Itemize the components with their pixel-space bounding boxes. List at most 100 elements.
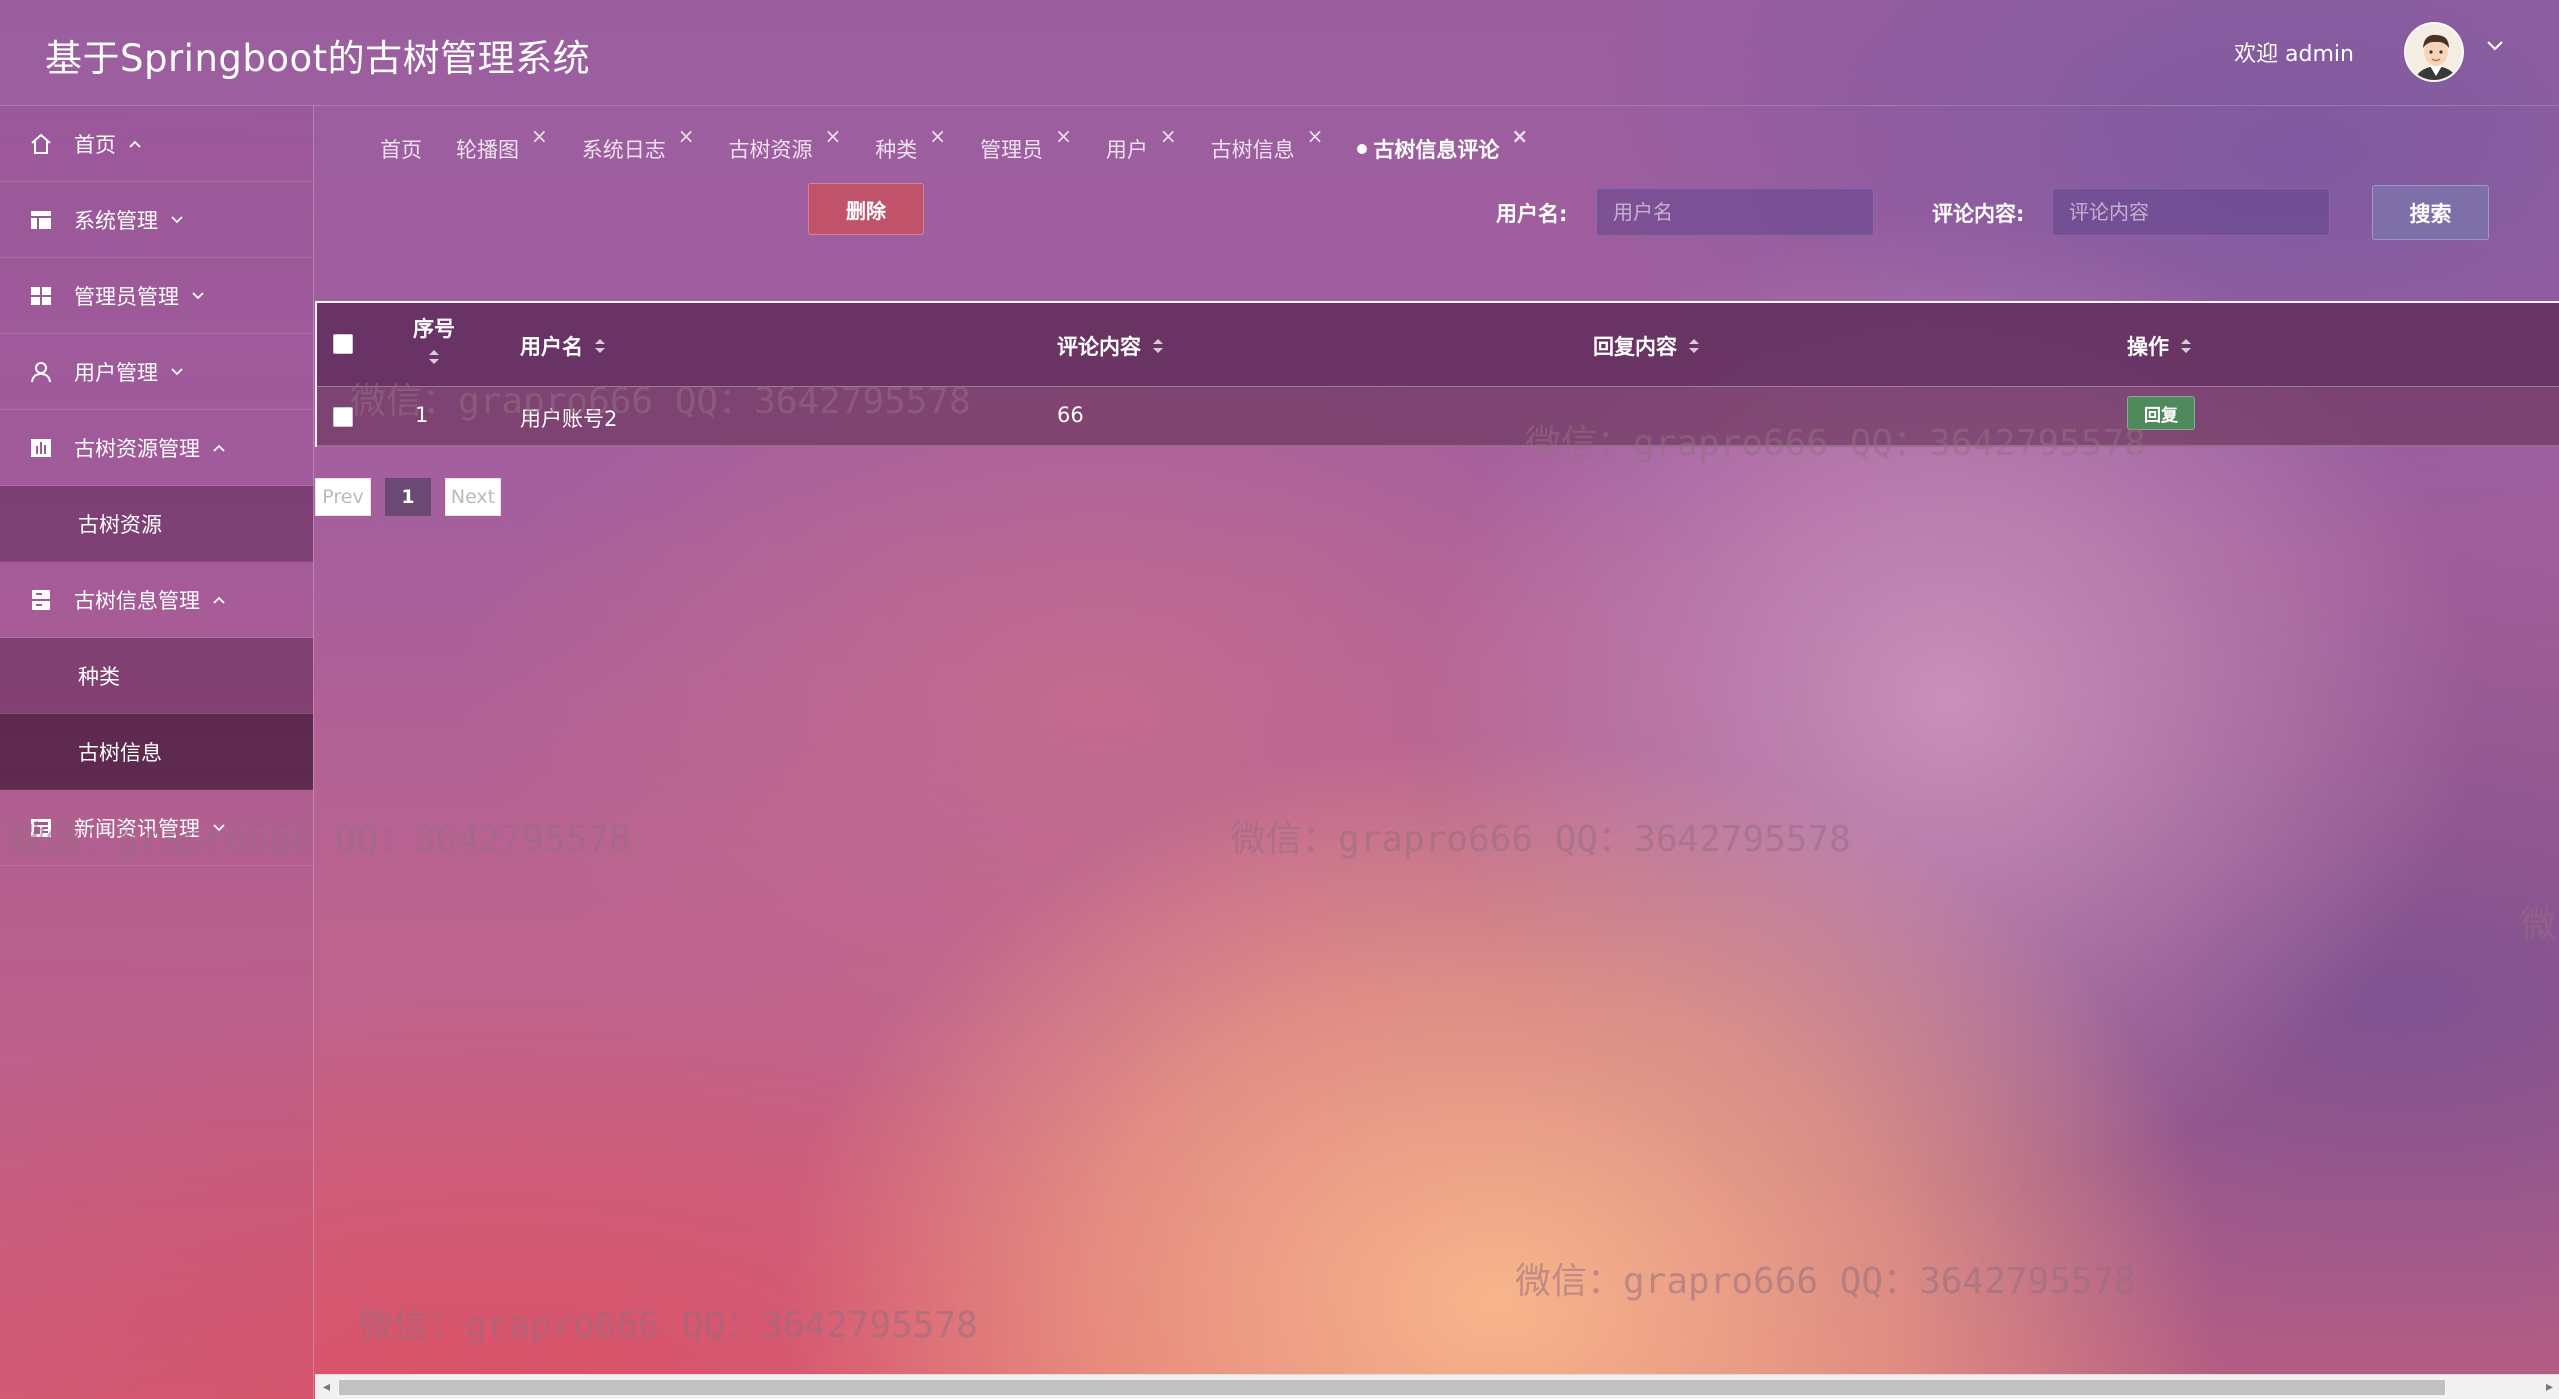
row-username: 用户账号2 (520, 407, 618, 431)
chevron-down-icon (170, 367, 184, 377)
sidebar-item-label: 管理员管理 (74, 284, 179, 309)
tab-system-log[interactable]: 系统日志 × (581, 124, 695, 164)
close-icon[interactable]: × (1307, 124, 1324, 148)
close-icon[interactable]: × (825, 124, 842, 148)
column-reply[interactable]: 回复内容 (1593, 331, 1701, 361)
sidebar-item-tree-resource[interactable]: 古树资源管理 (0, 410, 313, 486)
sidebar-item-label: 新闻资讯管理 (74, 816, 200, 841)
close-icon[interactable]: × (678, 124, 695, 148)
sidebar: 首页 系统管理 管理员管理 用户管理 古树资源管理 古树资源 古树信息管理 种类… (0, 106, 314, 1399)
column-username[interactable]: 用户名 (520, 331, 607, 361)
sort-icon[interactable] (1151, 336, 1165, 356)
sidebar-item-label: 用户管理 (74, 360, 158, 385)
sort-icon[interactable] (2179, 336, 2193, 356)
pagination: Prev 1 Next (315, 478, 515, 516)
watermark-partial: 微 (2520, 904, 2557, 945)
tab-label: 古树资源 (728, 138, 813, 162)
tab-label: 古树信息评论 (1373, 138, 1500, 162)
comments-table: 序号 用户名 评论内容 回复内容 操作 1 用户账号2 66 回复 (315, 301, 2559, 447)
horizontal-scrollbar[interactable]: ◂ ▸ (315, 1374, 2559, 1399)
tab-tree-info-comments[interactable]: 古树信息评论 × (1357, 124, 1528, 164)
chevron-down-icon (212, 823, 226, 833)
tab-species[interactable]: 种类 × (875, 124, 946, 164)
avatar[interactable] (2404, 22, 2464, 82)
sort-icon[interactable] (1687, 336, 1701, 356)
next-page-button[interactable]: Next (445, 478, 501, 516)
tab-tree-info[interactable]: 古树信息 × (1210, 124, 1324, 164)
tab-label: 古树信息 (1210, 138, 1295, 162)
scroll-left-icon[interactable]: ◂ (323, 1379, 330, 1395)
sidebar-item-label: 古树资源管理 (74, 436, 200, 461)
tab-label: 用户 (1105, 138, 1148, 162)
sidebar-item-users[interactable]: 用户管理 (0, 334, 313, 410)
column-comment[interactable]: 评论内容 (1057, 331, 1165, 361)
prev-page-button[interactable]: Prev (315, 478, 371, 516)
table-header: 序号 用户名 评论内容 回复内容 操作 (317, 303, 2559, 387)
chevron-down-icon (191, 291, 205, 301)
tab-label: 系统日志 (581, 138, 666, 162)
sidebar-item-tree-info[interactable]: 古树信息管理 (0, 562, 313, 638)
grid-icon (28, 283, 54, 309)
tab-tree-resource[interactable]: 古树资源 × (728, 124, 842, 164)
watermark: 微信：grapro666 QQ：3642795578 (357, 1305, 978, 1346)
tab-label: 首页 (380, 138, 422, 162)
row-checkbox[interactable] (333, 407, 353, 427)
news-icon (28, 815, 54, 841)
column-action[interactable]: 操作 (2127, 331, 2193, 361)
search-button[interactable]: 搜索 (2372, 185, 2489, 240)
welcome-text: 欢迎 admin (2234, 42, 2354, 67)
column-header-label: 用户名 (520, 335, 583, 359)
username-search-input[interactable] (1596, 188, 1874, 236)
comment-search-input[interactable] (2052, 188, 2330, 236)
watermark: 微信：grapro666 QQ：3642795578 (1515, 1261, 2136, 1302)
sidebar-item-admin[interactable]: 管理员管理 (0, 258, 313, 334)
reply-button[interactable]: 回复 (2127, 396, 2195, 430)
chevron-up-icon (212, 443, 226, 453)
chevron-down-icon (170, 215, 184, 225)
sort-icon[interactable] (427, 347, 441, 372)
close-icon[interactable]: × (1055, 124, 1072, 148)
close-icon[interactable]: × (1160, 124, 1177, 148)
home-icon (28, 131, 54, 157)
delete-button[interactable]: 删除 (808, 183, 924, 235)
tab-carousel[interactable]: 轮播图 × (456, 124, 548, 164)
sidebar-item-home[interactable]: 首页 (0, 106, 313, 182)
chevron-up-icon (212, 595, 226, 605)
column-header-label: 操作 (2127, 335, 2169, 359)
table-row: 1 用户账号2 66 回复 (317, 387, 2559, 447)
tab-admin[interactable]: 管理员 × (980, 124, 1072, 164)
scrollbar-thumb[interactable] (339, 1380, 2445, 1395)
sidebar-item-system[interactable]: 系统管理 (0, 182, 313, 258)
column-header-label: 序号 (413, 317, 455, 341)
tab-users[interactable]: 用户 × (1105, 124, 1177, 164)
sidebar-item-news[interactable]: 新闻资讯管理 (0, 790, 313, 866)
sort-icon[interactable] (593, 336, 607, 356)
active-dot-icon (1357, 144, 1368, 154)
chevron-up-icon (128, 139, 142, 149)
column-header-label: 回复内容 (1593, 335, 1677, 359)
watermark: 微信：grapro666 QQ：3642795578 (1230, 819, 1851, 860)
row-comment: 66 (1057, 403, 1084, 427)
top-bar: 基于Springboot的古树管理系统 欢迎 admin (0, 0, 2559, 106)
sidebar-item-label: 首页 (74, 132, 116, 157)
sidebar-subitem-tree-resource[interactable]: 古树资源 (0, 486, 313, 562)
sidebar-item-label: 系统管理 (74, 208, 158, 233)
sidebar-subitem-tree-info[interactable]: 古树信息 (0, 714, 313, 790)
sidebar-item-label: 古树信息管理 (74, 588, 200, 613)
tab-label: 轮播图 (456, 138, 519, 162)
select-all-checkbox[interactable] (333, 334, 353, 354)
user-icon (28, 359, 54, 385)
chevron-down-icon[interactable] (2486, 37, 2504, 56)
tab-label: 管理员 (980, 138, 1044, 162)
sidebar-subitem-species[interactable]: 种类 (0, 638, 313, 714)
username-label: 用户名: (1496, 202, 1568, 226)
column-index[interactable]: 序号 (413, 313, 455, 372)
close-icon[interactable]: × (1511, 124, 1528, 148)
scroll-right-icon[interactable]: ▸ (2546, 1379, 2553, 1395)
chart-icon (28, 435, 54, 461)
comment-label: 评论内容: (1932, 202, 2025, 226)
tab-home[interactable]: 首页 (380, 134, 422, 164)
close-icon[interactable]: × (929, 124, 946, 148)
close-icon[interactable]: × (531, 124, 548, 148)
page-number-button[interactable]: 1 (385, 478, 431, 516)
